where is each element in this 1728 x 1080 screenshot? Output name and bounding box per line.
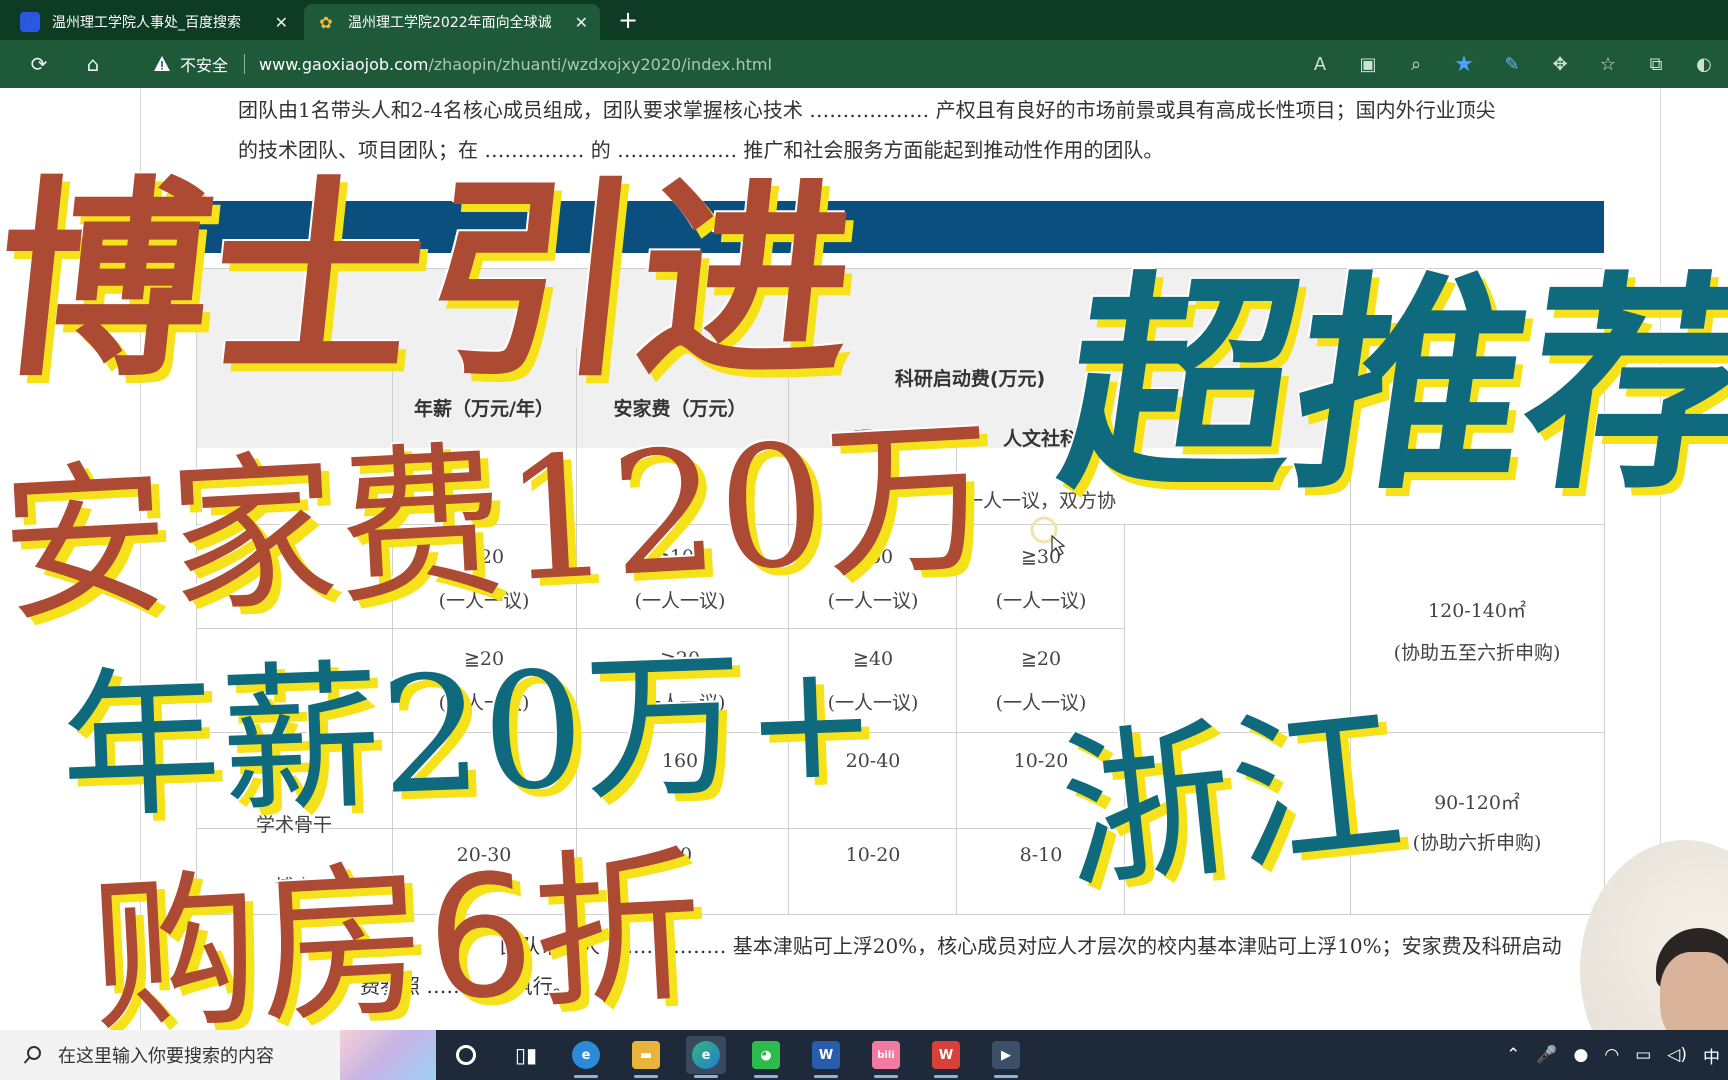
word-icon[interactable]: W bbox=[806, 1036, 846, 1078]
taskbar-search-box[interactable]: 在这里输入你要搜索的内容 bbox=[0, 1030, 436, 1080]
tab-title: 温州理工学院人事处_百度搜索 bbox=[52, 15, 241, 31]
table-cell: 120-140㎡ bbox=[1428, 600, 1526, 622]
new-tab-button[interactable]: + bbox=[612, 6, 644, 34]
tab-baidu-search[interactable]: 🐾 温州理工学院人事处_百度搜索 ✕ bbox=[8, 4, 300, 40]
security-label[interactable]: 不安全 bbox=[180, 52, 228, 76]
favorite-star-icon[interactable]: ★ bbox=[1440, 46, 1488, 82]
volume-icon[interactable]: ◁) bbox=[1667, 1045, 1687, 1065]
peacock-icon: ✿ bbox=[319, 12, 333, 32]
taskbar: 在这里输入你要搜索的内容 ▯▮ e ▬ e ◕ W bili W ▶ ⌃ 🎤 ●… bbox=[0, 1030, 1728, 1080]
app-blue-icon[interactable]: e bbox=[566, 1036, 606, 1078]
system-tray: ⌃ 🎤 ● ◠ ▭ ◁) 中 bbox=[1498, 1030, 1728, 1080]
camera-icon[interactable]: ▶ bbox=[986, 1036, 1026, 1078]
bilibili-icon[interactable]: bili bbox=[866, 1036, 906, 1078]
address-toolbar: ⟳ ⌂ 不安全 www.gaoxiaojob.com/zhaopin/zhuan… bbox=[0, 40, 1728, 88]
divider bbox=[244, 54, 246, 74]
wps-icon[interactable]: W bbox=[926, 1036, 966, 1078]
network-icon[interactable]: ◠ bbox=[1604, 1045, 1619, 1065]
tab-strip: 🐾 温州理工学院人事处_百度搜索 ✕ ✿ 温州理工学院2022年面向全球诚 ✕ … bbox=[0, 0, 1728, 40]
zoom-icon[interactable]: ⌕ bbox=[1392, 46, 1440, 82]
taskview-icon[interactable]: ▯▮ bbox=[506, 1036, 546, 1074]
read-aloud-icon[interactable]: A bbox=[1296, 46, 1344, 82]
search-icon bbox=[22, 1044, 44, 1066]
edge-icon[interactable]: e bbox=[686, 1036, 726, 1078]
warning-icon bbox=[152, 54, 172, 74]
profile-icon[interactable]: ◐ bbox=[1680, 46, 1728, 82]
wechat-tray-icon[interactable]: ● bbox=[1574, 1045, 1589, 1065]
wechat-icon[interactable]: ◕ bbox=[746, 1036, 786, 1078]
overlay-title-recommend: 超推荐 bbox=[1048, 254, 1728, 521]
close-icon[interactable]: ✕ bbox=[575, 13, 588, 32]
favorites-icon[interactable]: ☆ bbox=[1584, 46, 1632, 82]
microphone-icon[interactable]: 🎤 bbox=[1536, 1045, 1557, 1065]
overlay-title-main: 博士引进 bbox=[0, 158, 868, 405]
webcam-overlay bbox=[1580, 840, 1728, 1030]
file-explorer-icon[interactable]: ▬ bbox=[626, 1036, 666, 1078]
home-icon[interactable]: ⌂ bbox=[78, 50, 108, 78]
chevron-up-icon[interactable]: ⌃ bbox=[1506, 1045, 1520, 1065]
table-cell: 10-20 bbox=[845, 844, 901, 866]
extensions-icon[interactable]: ✥ bbox=[1536, 46, 1584, 82]
close-icon[interactable]: ✕ bbox=[275, 13, 288, 32]
refresh-icon[interactable]: ⟳ bbox=[24, 50, 54, 78]
search-placeholder: 在这里输入你要搜索的内容 bbox=[58, 1046, 274, 1067]
battery-icon[interactable]: ▭ bbox=[1635, 1045, 1651, 1065]
url-path: /zhaopin/zhuanti/wzdxojxy2020/index.html bbox=[428, 54, 772, 74]
immersive-reader-icon[interactable]: ▣ bbox=[1344, 46, 1392, 82]
collections-icon[interactable]: ⧉ bbox=[1632, 46, 1680, 82]
overlay-line-housing: 购房6折 bbox=[86, 828, 707, 1056]
toolbar-actions: A ▣ ⌕ ★ ✎ ✥ ☆ ⧉ ◐ bbox=[1296, 46, 1728, 82]
table-cell: ≧20 bbox=[1020, 648, 1062, 670]
address-field[interactable]: 不安全 www.gaoxiaojob.com/zhaopin/zhuanti/w… bbox=[132, 46, 1332, 82]
baidu-icon: 🐾 bbox=[20, 12, 40, 32]
url-host: www.gaoxiaojob.com bbox=[259, 54, 429, 74]
tab-gaoxiaojob[interactable]: ✿ 温州理工学院2022年面向全球诚 ✕ bbox=[304, 4, 600, 40]
overlay-line-province: 浙江 bbox=[1052, 682, 1412, 916]
ime-indicator[interactable]: 中 bbox=[1703, 1043, 1720, 1068]
table-cell: (协助五至六折申购) bbox=[1393, 642, 1561, 664]
search-highlight-image bbox=[340, 1030, 436, 1080]
cortana-icon[interactable] bbox=[446, 1036, 486, 1074]
pen-icon[interactable]: ✎ bbox=[1488, 46, 1536, 82]
tab-title: 温州理工学院2022年面向全球诚 bbox=[348, 15, 552, 31]
